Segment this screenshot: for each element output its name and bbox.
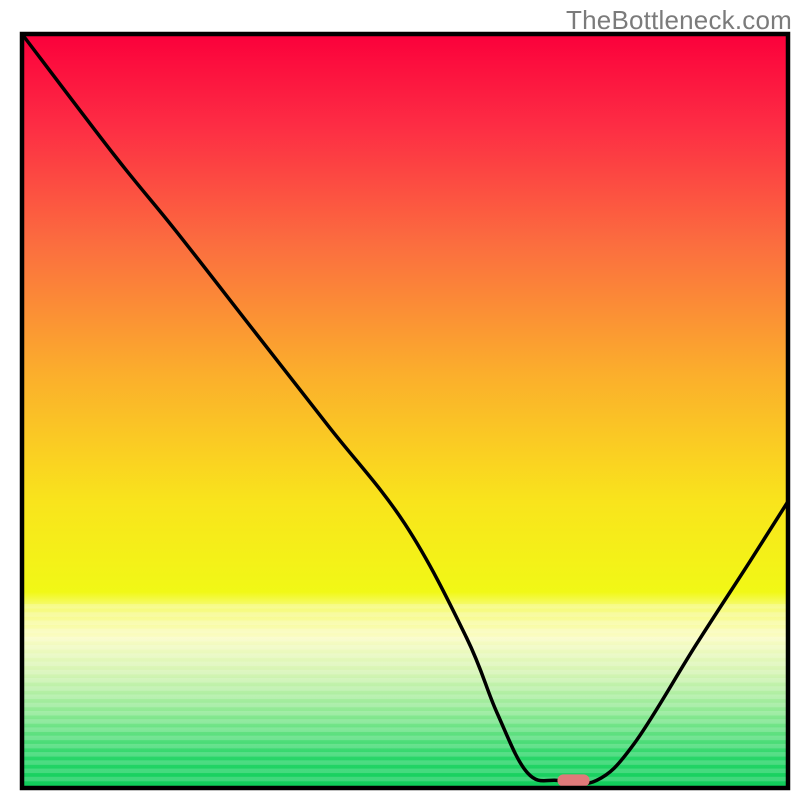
plot-background <box>22 34 788 788</box>
chart-container: TheBottleneck.com <box>0 0 800 800</box>
bottleneck-chart <box>0 0 800 800</box>
current-config-marker <box>557 774 589 786</box>
